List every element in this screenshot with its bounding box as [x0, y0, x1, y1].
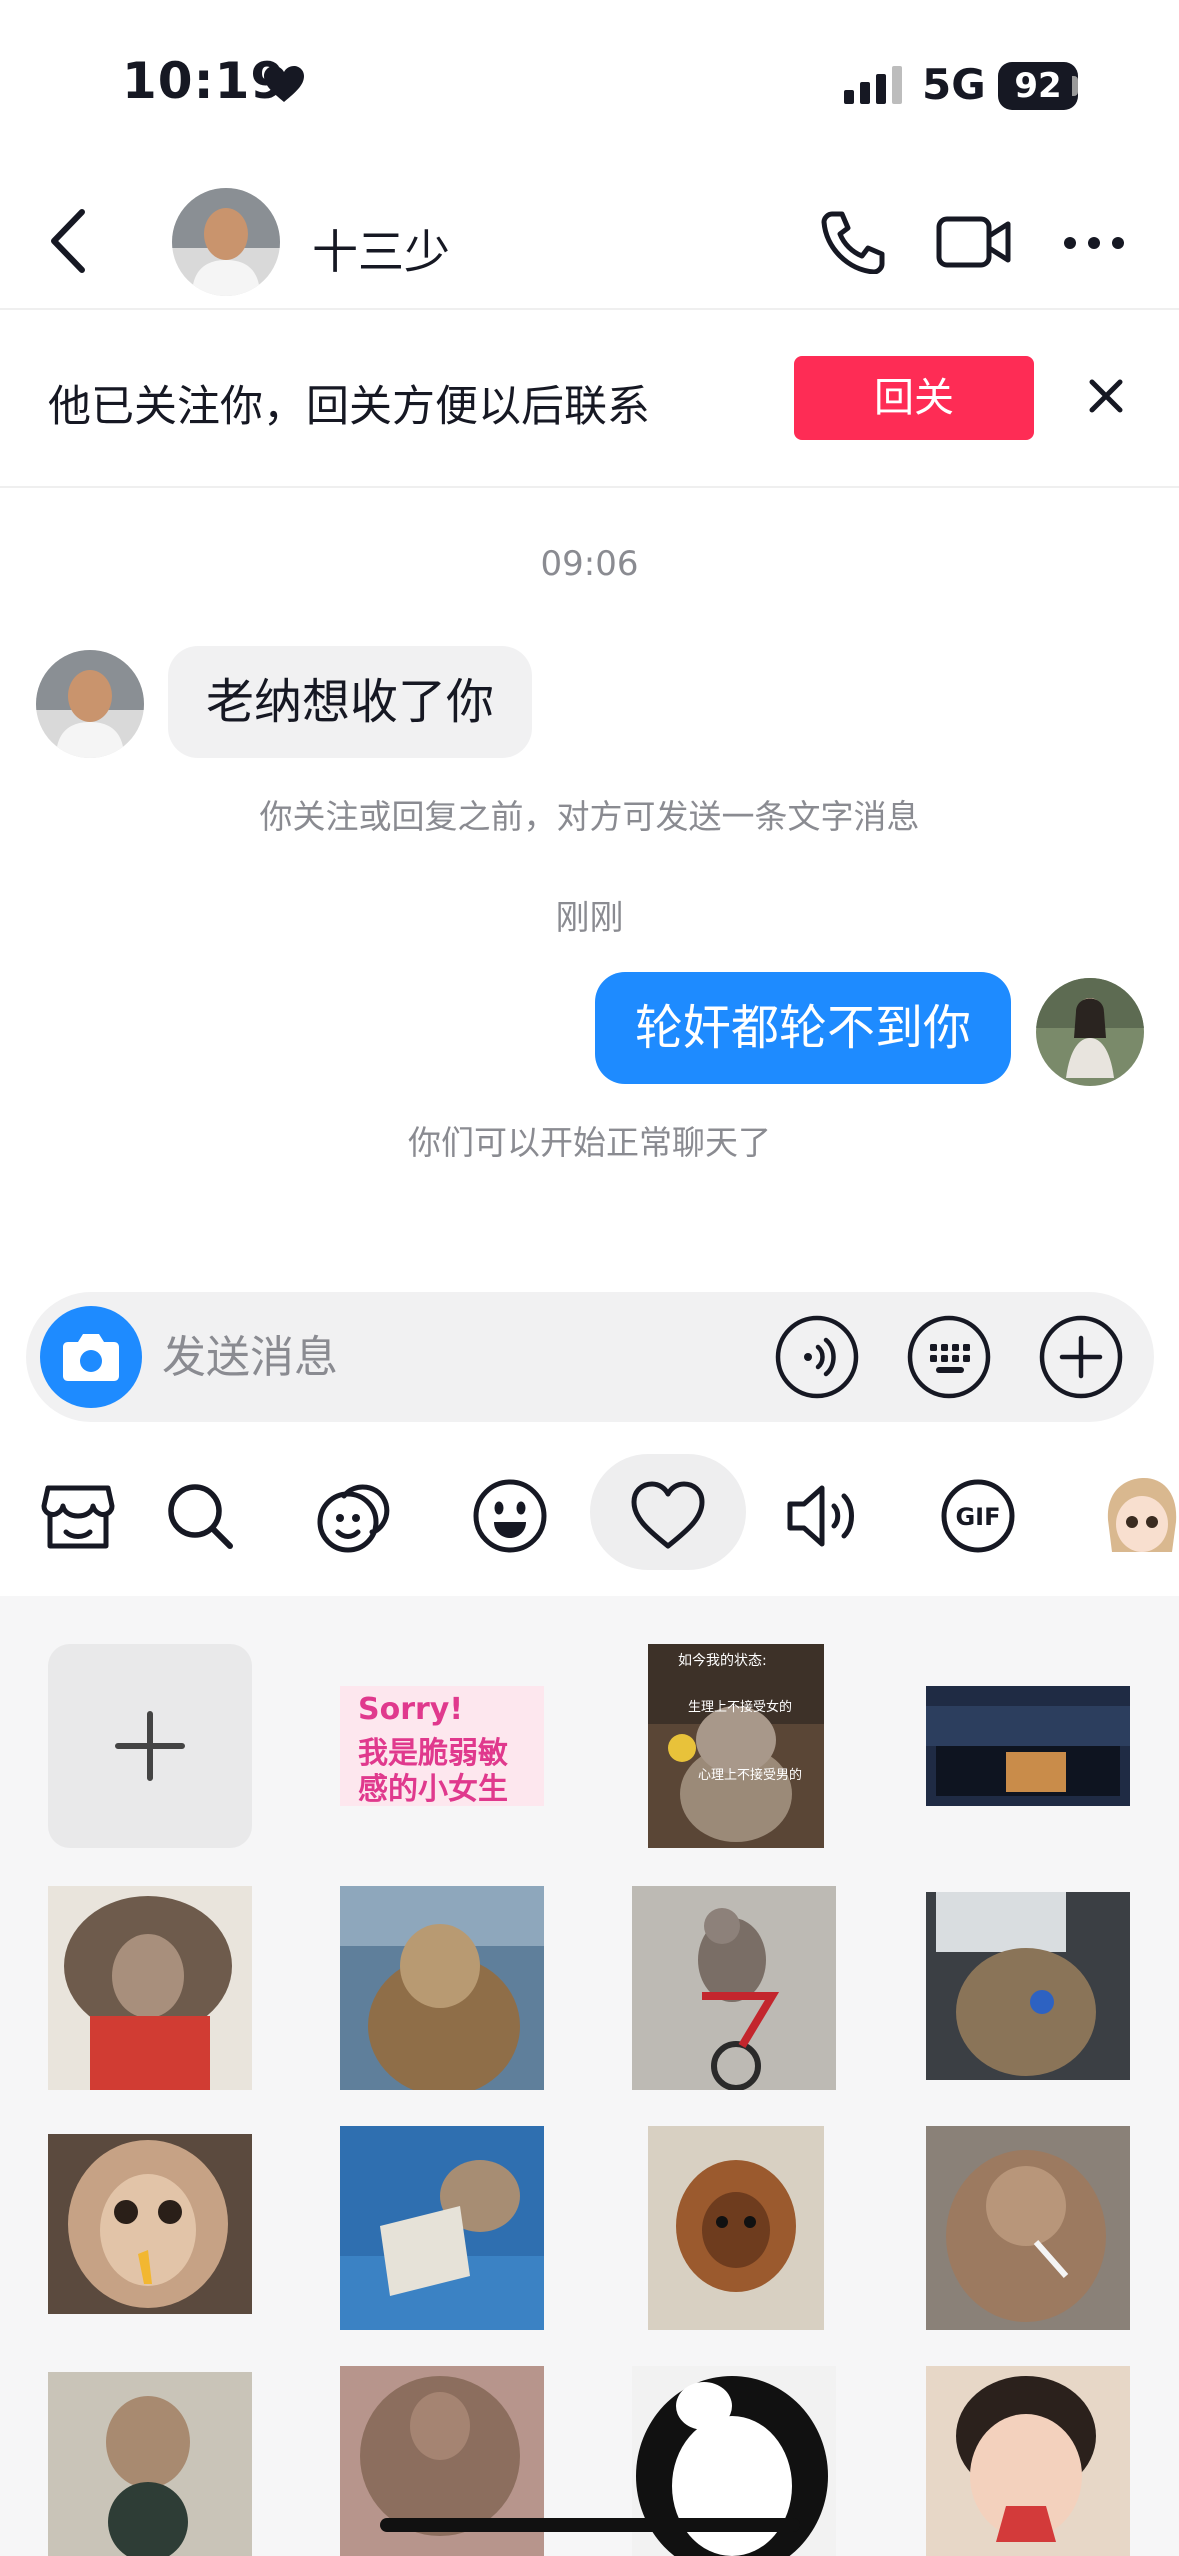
sticker-panel: Sorry! 我是脆弱敏 感的小女生 如今我的状态: 生理上不接受女的 心理上不…	[0, 1596, 1179, 2556]
system-notice: 你们可以开始正常聊天了	[408, 1123, 771, 1162]
phone-icon[interactable]	[818, 210, 888, 274]
gif-icon[interactable]: GIF	[938, 1476, 1018, 1556]
camera-button[interactable]	[40, 1306, 142, 1408]
contact-name[interactable]: 十三少	[312, 216, 450, 282]
contact-avatar[interactable]	[172, 188, 280, 296]
my-avatar[interactable]	[1036, 978, 1144, 1086]
message-list: 09:06 老纳想收了你 你关注或回复之前，对方可发送一条文字消息 刚刚 轮奸都…	[0, 490, 1179, 1270]
sticker-face-icon[interactable]	[314, 1476, 394, 1556]
sticker-cat-line: 如今我的状态:	[678, 1653, 767, 1669]
plus-circle-icon[interactable]	[1038, 1314, 1124, 1400]
sticker-orangutan[interactable]	[648, 2126, 824, 2330]
store-icon[interactable]	[38, 1476, 118, 1556]
add-sticker-button[interactable]	[48, 1644, 252, 1848]
sticker-monkey[interactable]	[48, 2372, 252, 2556]
search-icon[interactable]	[160, 1476, 240, 1556]
follow-back-banner: 他已关注你，回关方便以后联系 回关	[0, 310, 1179, 488]
chat-header: 十三少	[0, 170, 1179, 310]
voice-message-icon[interactable]	[774, 1314, 860, 1400]
svg-text:GIF: GIF	[955, 1503, 1000, 1531]
system-notice: 你关注或回复之前，对方可发送一条文字消息	[259, 797, 920, 836]
more-options-icon[interactable]	[1062, 228, 1126, 258]
outgoing-message-bubble[interactable]: 轮奸都轮不到你	[594, 972, 1011, 1084]
cell-signal-icon	[844, 66, 902, 104]
message-input[interactable]	[162, 1326, 662, 1388]
sticker-cat-meme[interactable]: 如今我的状态: 生理上不接受女的 心理上不接受男的	[648, 1644, 824, 1848]
network-type: 5G	[922, 60, 986, 109]
sticker-cat-line: 心理上不接受男的	[698, 1768, 803, 1783]
battery-level: 92	[998, 62, 1078, 110]
emoji-icon[interactable]	[470, 1476, 550, 1556]
sticker-monkey[interactable]	[340, 1886, 544, 2090]
battery-cap	[1072, 76, 1078, 96]
sticker-monkey-reading[interactable]	[340, 2126, 544, 2330]
sticker-cat-line: 生理上不接受女的	[688, 1700, 793, 1715]
home-indicator	[380, 2518, 800, 2532]
incoming-message-bubble[interactable]: 老纳想收了你	[168, 646, 533, 758]
sticker-toddler[interactable]	[926, 2366, 1130, 2556]
sticker-monkey-bike[interactable]	[632, 1886, 836, 2090]
sticker-sorry-line: Sorry!	[358, 1692, 464, 1727]
sticker-monkey[interactable]	[48, 1886, 252, 2090]
sticker-monkey[interactable]	[926, 1892, 1130, 2080]
plus-icon	[115, 1711, 185, 1781]
voice-icon[interactable]	[782, 1476, 862, 1556]
sticker-monkey-smoking[interactable]	[926, 2126, 1130, 2330]
camera-icon	[63, 1334, 119, 1381]
message-timestamp: 刚刚	[555, 898, 624, 938]
back-arrow-icon[interactable]	[40, 206, 100, 276]
avatar-sticker-icon[interactable]	[1096, 1470, 1179, 1560]
sticker-tool-tabs: GIF	[0, 1440, 1179, 1590]
message-timestamp: 09:06	[540, 544, 639, 584]
follow-back-text: 他已关注你，回关方便以后联系	[48, 382, 650, 432]
status-bar: 10:19 5G 92	[0, 0, 1179, 170]
sticker-sorry-line: 感的小女生	[358, 1772, 508, 1806]
sticker-monkey[interactable]	[48, 2134, 252, 2314]
video-camera-icon[interactable]	[936, 214, 1012, 270]
message-composer	[26, 1292, 1154, 1422]
follow-back-button[interactable]: 回关	[794, 356, 1034, 440]
keyboard-icon[interactable]	[906, 1314, 992, 1400]
close-icon[interactable]	[1086, 376, 1126, 416]
sticker-hotel-photo[interactable]	[926, 1686, 1130, 1806]
heart-icon[interactable]	[628, 1476, 708, 1556]
sticker-sorry-text[interactable]: Sorry! 我是脆弱敏 感的小女生	[340, 1686, 544, 1806]
heart-status-icon	[264, 66, 304, 102]
contact-message-avatar[interactable]	[36, 650, 144, 758]
